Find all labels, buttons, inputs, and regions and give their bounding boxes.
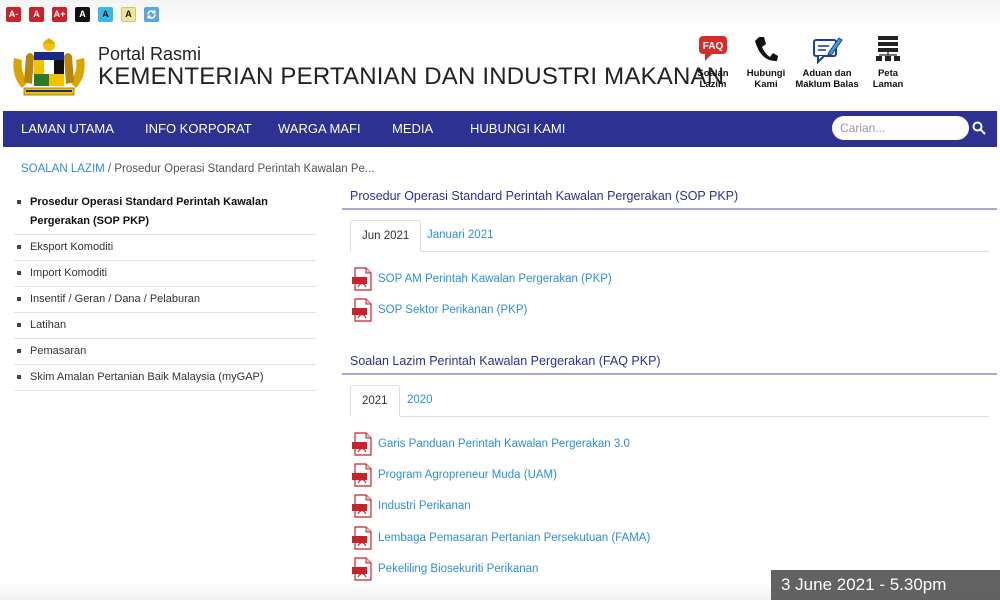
font-size-controls: A- A A+ A A A: [6, 7, 159, 22]
pdf-icon: [352, 526, 372, 550]
phone-icon: [731, 34, 801, 64]
section-tabs: Jun 2021 Januari 2021: [350, 220, 989, 252]
main-nav: LAMAN UTAMA INFO KORPORAT WARGA MAFI MED…: [3, 111, 997, 147]
sidebar-item-training[interactable]: Latihan: [14, 313, 316, 339]
document-label: Program Agropreneur Muda (UAM): [378, 469, 557, 481]
faq-icon-text: FAQ: [703, 41, 724, 52]
search-icon[interactable]: [972, 121, 986, 135]
sidebar-item-mygap[interactable]: Skim Amalan Pertanian Baik Malaysia (myG…: [14, 365, 316, 391]
document-label: Lembaga Pemasaran Pertanian Persekutuan …: [378, 532, 651, 544]
quick-link-contact[interactable]: Hubungi Kami: [731, 34, 801, 90]
document-link[interactable]: Lembaga Pemasaran Pertanian Persekutuan …: [352, 526, 650, 550]
document-label: Garis Panduan Perintah Kawalan Pergeraka…: [378, 438, 630, 450]
nav-item-corporate-info[interactable]: INFO KORPORAT: [145, 121, 252, 136]
breadcrumb-parent-link[interactable]: SOALAN LAZIM: [21, 163, 105, 175]
pdf-icon: [352, 494, 372, 518]
sidebar-item-marketing[interactable]: Pemasaran: [14, 339, 316, 365]
document-label: Pekeliling Biosekuriti Perikanan: [378, 563, 539, 575]
document-link[interactable]: Pekeliling Biosekuriti Perikanan: [352, 557, 538, 581]
sidebar-item-sop-pkp[interactable]: Prosedur Operasi Standard Perintah Kawal…: [14, 190, 316, 235]
theme-black-button[interactable]: A: [75, 7, 90, 22]
document-label: Industri Perikanan: [378, 500, 471, 512]
pdf-icon: [352, 298, 372, 322]
quick-link-sitemap[interactable]: Peta Laman: [853, 34, 923, 90]
section-title: Soalan Lazim Perintah Kawalan Pergerakan…: [342, 345, 997, 375]
tab-januari-2021[interactable]: Januari 2021: [416, 220, 505, 252]
document-label: SOP AM Perintah Kawalan Pergerakan (PKP): [378, 273, 612, 285]
quick-link-label: Hubungi: [746, 68, 786, 79]
pdf-icon: [352, 267, 372, 291]
document-link[interactable]: SOP AM Perintah Kawalan Pergerakan (PKP): [352, 267, 612, 291]
nav-item-contact[interactable]: HUBUNGI KAMI: [470, 121, 565, 136]
quick-link-label: Laman: [872, 79, 904, 90]
pdf-icon: [352, 463, 372, 487]
quick-link-label: Aduan dan: [802, 68, 852, 79]
pdf-icon: [352, 557, 372, 581]
breadcrumb: SOALAN LAZIM / Prosedur Operasi Standard…: [21, 163, 375, 175]
ministry-name[interactable]: KEMENTERIAN PERTANIAN DAN INDUSTRI MAKAN…: [98, 63, 724, 91]
site-header: Portal Rasmi KEMENTERIAN PERTANIAN DAN I…: [0, 28, 1000, 110]
portal-label: Portal Rasmi: [98, 44, 202, 64]
font-reset-button[interactable]: A: [29, 7, 44, 22]
font-decrease-button[interactable]: A-: [6, 7, 21, 22]
timestamp-overlay: 3 June 2021 - 5.30pm: [771, 570, 1000, 600]
search-input[interactable]: [832, 116, 969, 140]
quick-link-label: Maklum Balas: [795, 79, 859, 90]
coat-of-arms-logo[interactable]: [8, 36, 90, 102]
quick-link-label: Kami: [754, 79, 778, 90]
document-link[interactable]: Program Agropreneur Muda (UAM): [352, 463, 557, 487]
theme-yellow-button[interactable]: A: [121, 7, 136, 22]
sidebar-item-export[interactable]: Eksport Komoditi: [14, 235, 316, 261]
section-title: Prosedur Operasi Standard Perintah Kawal…: [342, 180, 997, 210]
feedback-icon: [792, 34, 862, 64]
refresh-icon[interactable]: [144, 7, 159, 22]
document-link[interactable]: Garis Panduan Perintah Kawalan Pergeraka…: [352, 432, 630, 456]
font-increase-button[interactable]: A+: [52, 7, 67, 22]
breadcrumb-current: Prosedur Operasi Standard Perintah Kawal…: [114, 163, 375, 175]
sidebar-item-incentives[interactable]: Insentif / Geran / Dana / Pelaburan: [14, 287, 316, 313]
pdf-icon: [352, 432, 372, 456]
sidebar-item-import[interactable]: Import Komoditi: [14, 261, 316, 287]
quick-link-feedback[interactable]: Aduan dan Maklum Balas: [792, 34, 862, 90]
quick-link-label: Peta: [877, 68, 899, 79]
sidebar: Prosedur Operasi Standard Perintah Kawal…: [14, 190, 316, 391]
nav-item-home[interactable]: LAMAN UTAMA: [21, 121, 114, 136]
tab-jun-2021[interactable]: Jun 2021: [350, 220, 422, 252]
nav-item-staff[interactable]: WARGA MAFI: [278, 121, 361, 136]
tab-2020[interactable]: 2020: [396, 385, 444, 417]
document-link[interactable]: Industri Perikanan: [352, 494, 471, 518]
tab-2021[interactable]: 2021: [350, 385, 400, 417]
breadcrumb-separator: /: [107, 163, 112, 175]
document-label: SOP Sektor Perikanan (PKP): [378, 304, 528, 316]
document-link[interactable]: SOP Sektor Perikanan (PKP): [352, 298, 527, 322]
theme-blue-button[interactable]: A: [98, 7, 113, 22]
accessibility-bar: A- A A+ A A A: [0, 0, 1000, 28]
section-tabs: 2021 2020: [350, 385, 989, 417]
sitemap-icon: [853, 34, 923, 64]
nav-item-media[interactable]: MEDIA: [392, 121, 433, 136]
